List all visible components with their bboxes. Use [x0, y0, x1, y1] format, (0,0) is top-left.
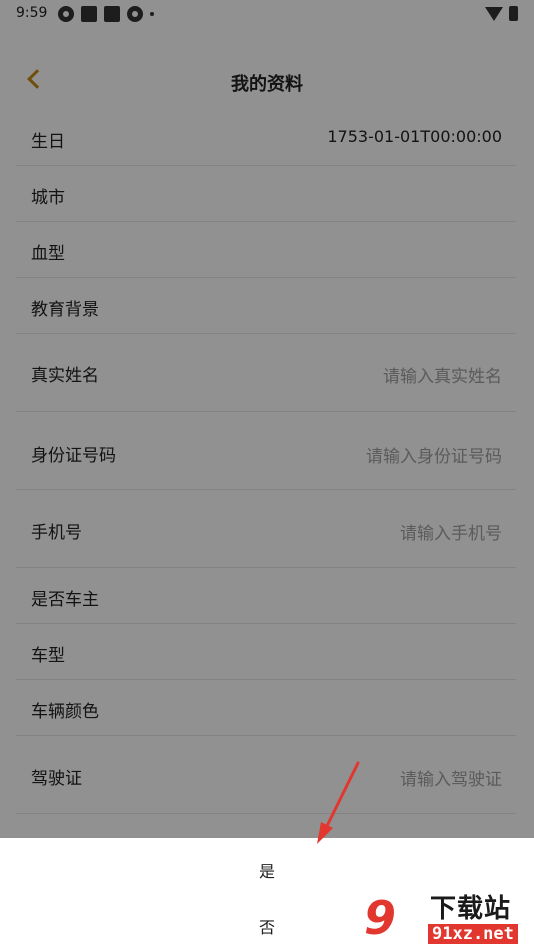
watermark-url: 91xz.net — [428, 924, 518, 944]
modal-backdrop[interactable] — [0, 0, 534, 838]
watermark: 9 下载站 91xz.net — [360, 888, 530, 948]
option-yes[interactable]: 是 — [0, 858, 534, 882]
watermark-logo: 9 — [364, 891, 397, 945]
watermark-title: 下载站 — [430, 894, 512, 924]
